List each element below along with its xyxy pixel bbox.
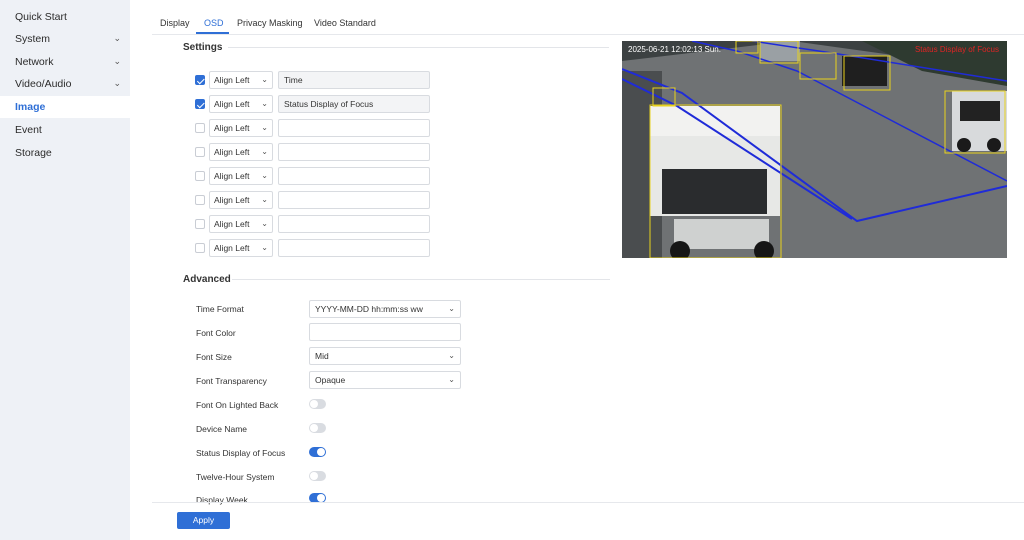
alignment-select[interactable]: Align Left ⌄	[209, 239, 273, 257]
device-name-toggle[interactable]	[309, 423, 326, 433]
alignment-select[interactable]: Align Left ⌄	[209, 71, 273, 89]
sidebar-item-image[interactable]: Image	[0, 96, 130, 118]
osd-text-input[interactable]	[278, 119, 430, 137]
osd-row-checkbox[interactable]	[195, 195, 205, 205]
font-color-label: Font Color	[196, 328, 236, 338]
osd-text-input[interactable]: Time	[278, 71, 430, 89]
font-on-lighted-back-toggle[interactable]	[309, 399, 326, 409]
chevron-down-icon: ⌄	[261, 219, 268, 228]
sidebar-item-label: Quick Start	[15, 11, 67, 23]
tab-display[interactable]: Display	[160, 12, 190, 34]
advanced-divider	[232, 279, 610, 280]
chevron-down-icon: ⌄	[261, 243, 268, 252]
font-transparency-select[interactable]: Opaque ⌄	[309, 371, 461, 389]
alignment-select[interactable]: Align Left ⌄	[209, 95, 273, 113]
tab-osd[interactable]: OSD	[204, 12, 224, 34]
osd-row-checkbox[interactable]	[195, 75, 205, 85]
status-display-focus-label: Status Display of Focus	[196, 448, 286, 458]
font-transparency-value: Opaque	[315, 375, 346, 385]
sidebar-item-quick-start[interactable]: Quick Start	[0, 6, 130, 28]
osd-row-checkbox[interactable]	[195, 171, 205, 181]
time-format-value: YYYY-MM-DD hh:mm:ss ww	[315, 304, 423, 314]
font-color-picker[interactable]	[309, 323, 461, 341]
chevron-down-icon: ⌄	[113, 56, 121, 66]
chevron-down-icon: ⌄	[261, 75, 268, 84]
osd-text-input[interactable]: Status Display of Focus	[278, 95, 430, 113]
sidebar-item-system[interactable]: System ⌄	[0, 28, 130, 50]
alignment-value: Align Left	[214, 99, 250, 109]
apply-button[interactable]: Apply	[177, 512, 230, 529]
sidebar-item-label: Storage	[15, 147, 52, 159]
osd-time-overlay: 2025-06-21 12:02:13 Sun.	[628, 45, 721, 54]
alignment-select[interactable]: Align Left ⌄	[209, 119, 273, 137]
sidebar-item-label: Network	[15, 56, 54, 68]
time-format-label: Time Format	[196, 304, 244, 314]
sidebar: Quick Start System ⌄ Network ⌄ Video/Aud…	[0, 0, 130, 540]
device-name-label: Device Name	[196, 424, 248, 434]
footer-divider	[152, 502, 1024, 503]
font-size-value: Mid	[315, 351, 329, 361]
osd-row-checkbox[interactable]	[195, 147, 205, 157]
osd-row-checkbox[interactable]	[195, 123, 205, 133]
live-preview[interactable]: 2025-06-21 12:02:13 Sun. Status Display …	[622, 41, 1007, 258]
tab-privacy-masking[interactable]: Privacy Masking	[237, 12, 303, 34]
alignment-select[interactable]: Align Left ⌄	[209, 143, 273, 161]
twelve-hour-toggle[interactable]	[309, 471, 326, 481]
chevron-down-icon: ⌄	[113, 33, 121, 43]
chevron-down-icon: ⌄	[448, 375, 455, 384]
status-display-focus-toggle[interactable]	[309, 447, 326, 457]
settings-title: Settings	[183, 42, 223, 53]
alignment-value: Align Left	[214, 243, 250, 253]
chevron-down-icon: ⌄	[261, 99, 268, 108]
sidebar-item-network[interactable]: Network ⌄	[0, 51, 130, 73]
settings-divider	[228, 47, 609, 48]
font-on-lighted-back-label: Font On Lighted Back	[196, 400, 279, 410]
chevron-down-icon: ⌄	[261, 195, 268, 204]
tab-divider	[152, 34, 1024, 35]
osd-row-checkbox[interactable]	[195, 219, 205, 229]
osd-row-checkbox[interactable]	[195, 99, 205, 109]
alignment-value: Align Left	[214, 123, 250, 133]
alignment-select[interactable]: Align Left ⌄	[209, 191, 273, 209]
tab-video-standard[interactable]: Video Standard	[314, 12, 376, 34]
alignment-value: Align Left	[214, 147, 250, 157]
chevron-down-icon: ⌄	[113, 78, 121, 88]
alignment-value: Align Left	[214, 195, 250, 205]
osd-row-checkbox[interactable]	[195, 243, 205, 253]
display-week-label: Display Week	[196, 495, 248, 505]
font-size-select[interactable]: Mid ⌄	[309, 347, 461, 365]
alignment-value: Align Left	[214, 171, 250, 181]
osd-text-input[interactable]	[278, 191, 430, 209]
font-size-label: Font Size	[196, 352, 232, 362]
font-transparency-label: Font Transparency	[196, 376, 267, 386]
sidebar-item-event[interactable]: Event	[0, 119, 130, 141]
osd-text-input[interactable]	[278, 215, 430, 233]
osd-text-input[interactable]	[278, 167, 430, 185]
alignment-value: Align Left	[214, 219, 250, 229]
alignment-select[interactable]: Align Left ⌄	[209, 215, 273, 233]
advanced-title: Advanced	[183, 274, 231, 285]
osd-text-input[interactable]	[278, 143, 430, 161]
chevron-down-icon: ⌄	[261, 171, 268, 180]
alignment-value: Align Left	[214, 75, 250, 85]
camera-scene	[622, 41, 1007, 258]
chevron-down-icon: ⌄	[261, 147, 268, 156]
osd-text-input[interactable]	[278, 239, 430, 257]
sidebar-item-video-audio[interactable]: Video/Audio ⌄	[0, 73, 130, 95]
twelve-hour-label: Twelve-Hour System	[196, 472, 275, 482]
time-format-select[interactable]: YYYY-MM-DD hh:mm:ss ww ⌄	[309, 300, 461, 318]
chevron-down-icon: ⌄	[448, 304, 455, 313]
alignment-select[interactable]: Align Left ⌄	[209, 167, 273, 185]
sidebar-item-storage[interactable]: Storage	[0, 142, 130, 164]
sidebar-item-label: Image	[15, 101, 46, 113]
sidebar-item-label: System	[15, 33, 51, 45]
sidebar-item-label: Event	[15, 124, 42, 136]
chevron-down-icon: ⌄	[448, 351, 455, 360]
osd-focus-overlay: Status Display of Focus	[914, 45, 999, 54]
chevron-down-icon: ⌄	[261, 123, 268, 132]
sidebar-item-label: Video/Audio	[15, 78, 72, 90]
